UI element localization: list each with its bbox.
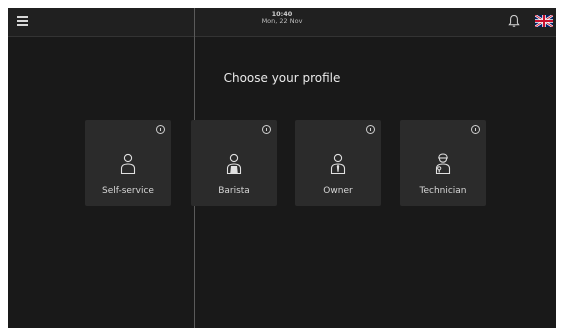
page-title: Choose your profile <box>223 71 341 85</box>
info-icon[interactable] <box>156 125 165 134</box>
info-icon[interactable] <box>366 125 375 134</box>
clock: 10:40 Mon, 22 Nov <box>8 11 556 25</box>
profile-label: Self-service <box>102 186 154 196</box>
profile-label: Technician <box>419 186 467 196</box>
profile-label: Owner <box>323 186 353 196</box>
barista-icon <box>226 153 242 175</box>
info-icon[interactable] <box>262 125 271 134</box>
profile-label: Barista <box>218 186 250 196</box>
clock-date: Mon, 22 Nov <box>261 16 303 25</box>
bell-icon[interactable] <box>508 14 520 28</box>
uk-flag-icon[interactable] <box>535 15 553 27</box>
profile-card-owner[interactable]: Owner <box>295 120 381 206</box>
profile-card-self-service[interactable]: Self-service <box>85 120 171 206</box>
info-icon[interactable] <box>471 125 480 134</box>
app-screen: 10:40 Mon, 22 Nov Choose your profile Se… <box>8 8 556 328</box>
technician-icon <box>435 153 451 175</box>
top-bar: 10:40 Mon, 22 Nov <box>8 8 556 37</box>
profile-card-barista[interactable]: Barista <box>191 120 277 206</box>
profile-card-technician[interactable]: Technician <box>400 120 486 206</box>
owner-icon <box>330 153 346 175</box>
person-icon <box>120 153 136 175</box>
